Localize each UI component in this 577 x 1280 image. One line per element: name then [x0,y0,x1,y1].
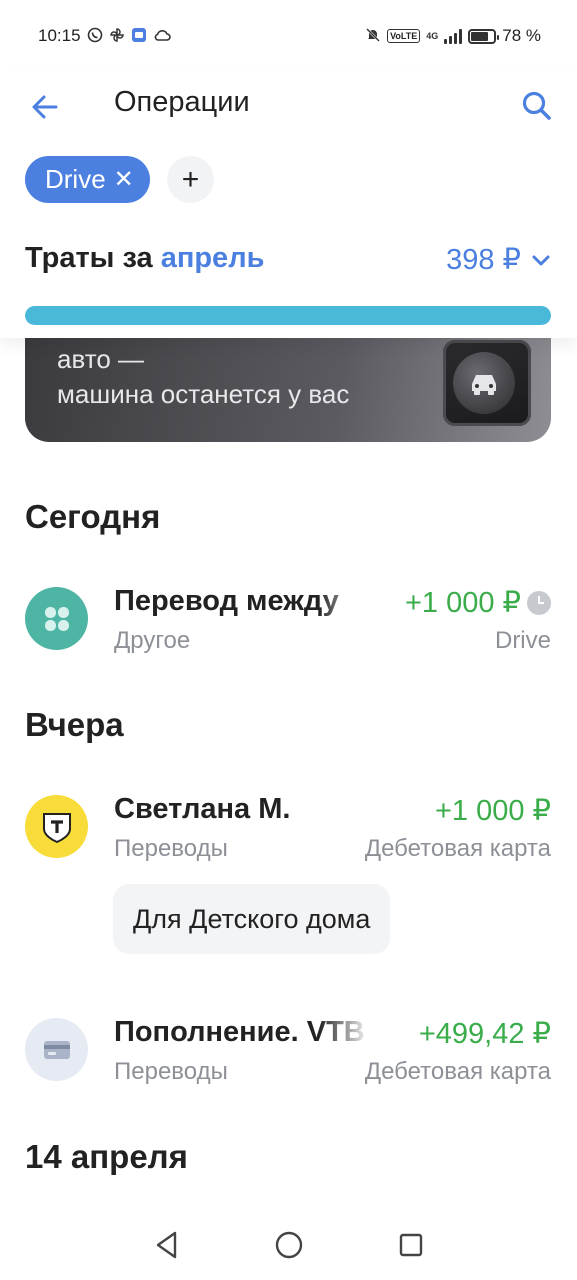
section-april-14: 14 апреля [25,1138,188,1175]
spending-progress-bar [25,306,551,325]
add-filter-button[interactable]: + [167,156,214,203]
network-type: 4G [426,30,439,41]
section-today: Сегодня [25,498,161,535]
filter-chip-label: Drive [45,164,106,194]
chevron-down-icon [531,243,551,276]
status-bar: 10:15 VoLTE 4G 78 % [0,0,577,72]
spending-label: Траты за апрель [25,242,264,275]
operation-name: Пополнение. VTB [114,1016,365,1048]
operation-name: Светлана М. [114,793,291,825]
card-icon [25,1018,88,1081]
battery-icon [468,28,500,44]
arrow-left-icon[interactable] [28,90,62,124]
operation-amount-wrap: +1 000 ₽ [405,585,551,620]
banner-line-2: машина останется у вас [57,379,350,409]
status-time: 10:15 [38,26,81,45]
status-left: 10:15 [38,26,171,46]
close-icon[interactable]: ✕ [114,167,134,192]
app-icon [131,27,147,46]
car-illustration [443,340,531,426]
spending-amount-toggle[interactable]: 398 ₽ [446,242,551,277]
spending-amount: 398 ₽ [446,244,521,276]
section-yesterday: Вчера [25,706,124,743]
signal-icon [444,28,463,44]
tbank-icon [25,795,88,858]
operation-category: Переводы [114,835,228,862]
operation-amount: +1 000 ₽ [434,795,551,827]
operation-row[interactable]: Пополнение. VTB Переводы +499,42 ₽ Дебет… [0,1016,577,1108]
mute-bell-icon [365,27,381,46]
operation-account: Drive [494,627,551,654]
operation-amount: +499,42 ₽ [418,1018,551,1050]
battery-percent: 78 % [502,26,541,45]
status-right: VoLTE 4G 78 % [365,26,541,46]
operation-row[interactable]: Перевод между Другое +1 000 ₽ Drive [0,585,577,677]
cloud-icon [153,28,171,45]
system-nav-bar [0,1210,577,1280]
page-title: Операции [114,86,250,118]
volte-icon: VoLTE [387,29,421,43]
banner-line-1: авто — [57,344,145,374]
car-icon [453,352,515,414]
whatsapp-icon [87,27,103,46]
operation-category: Другое [114,627,191,654]
filter-chip-drive[interactable]: Drive ✕ [25,156,150,203]
nav-recents-icon[interactable] [394,1228,428,1262]
month-selector[interactable]: апрель [161,242,265,274]
clock-icon [527,590,551,615]
operation-account: Дебетовая карта [364,835,551,862]
spending-prefix: Траты за [25,242,153,274]
spending-progress-fill [25,306,551,325]
operation-row[interactable]: Светлана М. Переводы +1 000 ₽ Дебетовая … [0,793,577,885]
operation-account: Дебетовая карта [364,1058,551,1085]
clover-icon [25,587,88,650]
banner-text: авто — машина останется у вас [57,342,349,412]
pinwheel-icon [109,27,125,46]
operation-comment: Для Детского дома [113,884,391,954]
nav-home-icon[interactable] [272,1228,306,1262]
nav-back-icon[interactable] [150,1228,184,1262]
operation-category: Переводы [114,1058,228,1085]
operation-name: Перевод между [114,585,339,617]
operations-header: Операции Drive ✕ + Траты за апрель 398 ₽ [0,72,577,338]
search-icon[interactable] [519,88,555,124]
operation-amount: +1 000 ₽ [404,587,521,619]
